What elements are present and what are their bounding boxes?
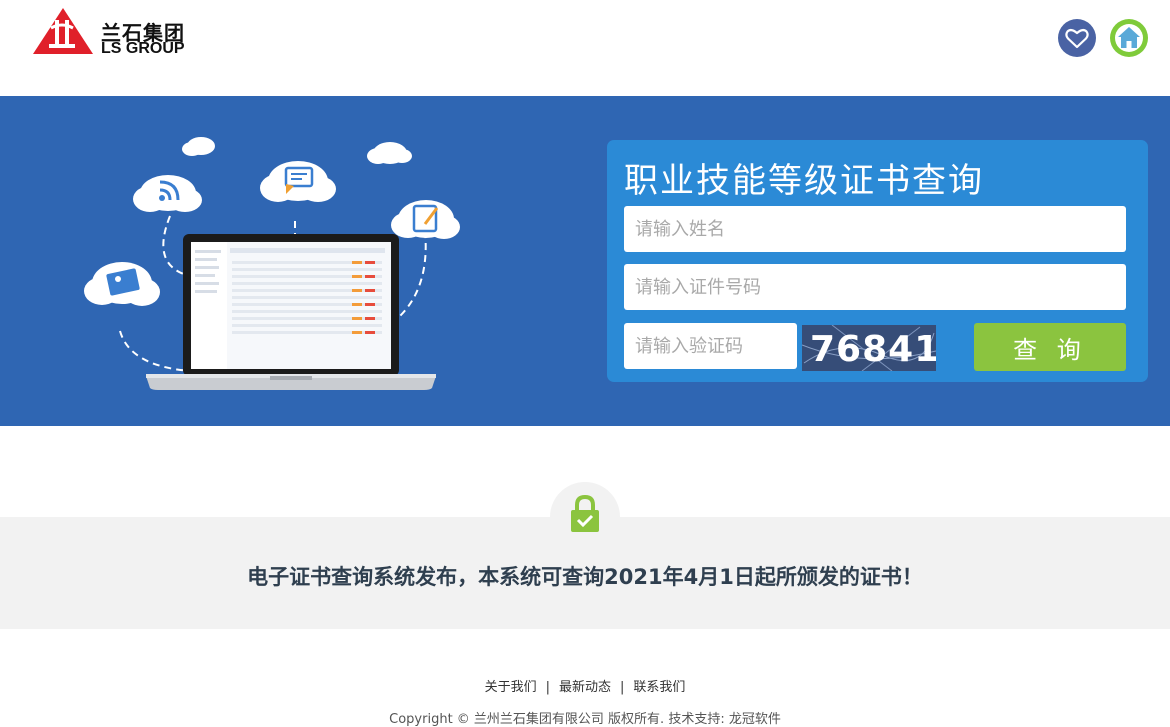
favorite-button[interactable] [1058,19,1096,57]
logo-mark-icon [33,8,93,54]
footer-link-contact[interactable]: 联系我们 [633,680,685,695]
captcha-image[interactable]: 76841 [802,325,936,371]
footer-separator: | [545,680,550,695]
lock-badge [550,482,620,552]
brand-logo[interactable]: 兰石集团 LS GROUP [31,6,201,58]
footer-separator: | [620,680,625,695]
captcha-input[interactable] [624,323,797,369]
release-notice-text: 电子证书查询系统发布，本系统可查询2021年4月1日起所颁发的证书！ [247,565,923,589]
copyright-text: Copyright © 兰州兰石集团有限公司 版权所有. 技术支持: 龙冠软件 [389,712,781,727]
footer-link-about[interactable]: 关于我们 [485,680,537,695]
header: 兰石集团 LS GROUP [0,0,1170,96]
id-number-input[interactable] [624,264,1126,310]
hero-banner: 职业技能等级证书查询 76841 查 询 [0,96,1170,426]
query-panel-title: 职业技能等级证书查询 [624,161,984,201]
name-input[interactable] [624,206,1126,252]
footer-link-news[interactable]: 最新动态 [559,680,611,695]
home-icon [1115,24,1143,52]
certificate-query-panel: 职业技能等级证书查询 76841 查 询 [607,140,1148,382]
cloud-laptop-illustration [84,137,460,390]
lock-check-icon [571,494,599,532]
heart-icon [1065,28,1089,49]
captcha-code: 76841 [810,329,936,370]
footer-links: 关于我们 | 最新动态 | 联系我们 [0,676,1170,695]
brand-name-en: LS GROUP [101,40,185,57]
home-button[interactable] [1110,19,1148,57]
query-button[interactable]: 查 询 [974,323,1126,371]
